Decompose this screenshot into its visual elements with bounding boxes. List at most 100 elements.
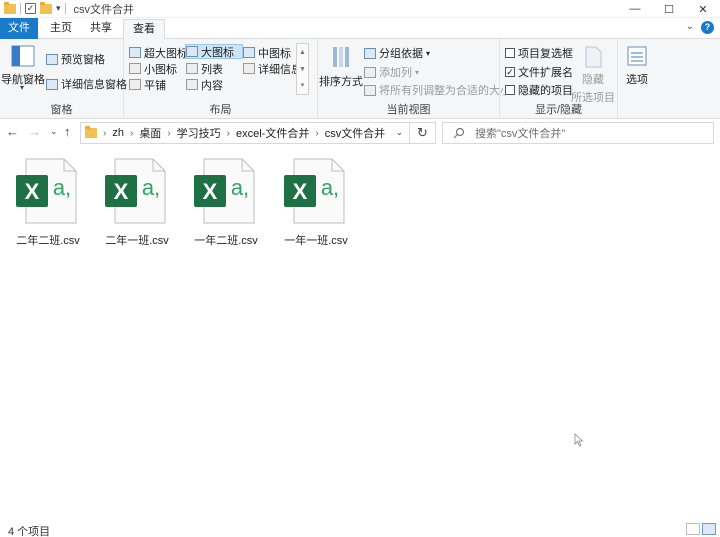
title-bar: ✓ ▾ csv文件合并 — ☐ ✕: [0, 0, 720, 18]
hidden-items-checkbox[interactable]: [505, 85, 515, 95]
preview-pane-button[interactable]: 预览窗格: [46, 51, 105, 67]
svg-text:a,: a,: [231, 175, 249, 200]
layout-gallery-scroll[interactable]: ▲ ▼ ▾: [296, 43, 309, 95]
forward-arrow-icon[interactable]: →: [28, 124, 41, 139]
window-title: csv文件合并: [73, 3, 135, 16]
scroll-up-icon[interactable]: ▲: [297, 44, 308, 61]
sort-by-button[interactable]: 排序方式: [319, 45, 363, 95]
item-count: 4 个项目: [8, 526, 51, 537]
close-button[interactable]: ✕: [686, 0, 720, 18]
search-icon: [453, 127, 465, 139]
breadcrumb-item[interactable]: zh: [112, 127, 124, 139]
layout-large-icons[interactable]: 大图标: [185, 44, 243, 59]
tab-share[interactable]: 共享: [82, 19, 120, 39]
layout-details[interactable]: 详细信息: [243, 61, 302, 76]
file-item[interactable]: X a, 二年一班.csv: [99, 155, 175, 247]
group-by-label: 分组依据: [379, 48, 423, 60]
layout-label: 内容: [201, 79, 223, 92]
minimize-button[interactable]: —: [618, 0, 652, 18]
scroll-down-icon[interactable]: ▼: [297, 61, 308, 78]
layout-extra-large-icons[interactable]: 超大图标: [129, 45, 188, 60]
layout-small-icons[interactable]: 小图标: [129, 61, 177, 76]
breadcrumb-item[interactable]: excel-文件合并: [236, 125, 309, 141]
details-pane-button[interactable]: 详细信息窗格: [46, 76, 127, 92]
options-button[interactable]: 选项: [622, 45, 652, 87]
properties-icon[interactable]: ✓: [25, 3, 36, 14]
file-item[interactable]: X a, 一年二班.csv: [188, 155, 264, 247]
tab-view[interactable]: 查看: [123, 19, 165, 40]
layout-medium-icons[interactable]: 中图标: [243, 45, 291, 60]
search-placeholder: 搜索"csv文件合并": [475, 128, 566, 140]
breadcrumb-separator-icon[interactable]: ›: [315, 128, 318, 139]
pane-group: 导航窗格 ▾ 预览窗格 详细信息窗格 窗格: [0, 39, 127, 119]
search-input[interactable]: 搜索"csv文件合并": [442, 122, 714, 144]
tab-file[interactable]: 文件: [0, 18, 38, 39]
current-view-group: 排序方式 分组依据 ▾ 添加列 ▾ 将所有列调整为合适的大小 当前视图: [318, 39, 511, 119]
breadcrumb-item[interactable]: csv文件合并: [325, 125, 386, 141]
layout-content[interactable]: 内容: [186, 77, 223, 92]
layout-tiles[interactable]: 平铺: [129, 77, 166, 92]
svg-text:X: X: [25, 179, 40, 204]
layout-label: 超大图标: [144, 47, 188, 60]
file-item[interactable]: X a, 一年一班.csv: [278, 155, 354, 247]
hidden-items-toggle[interactable]: 隐藏的项目: [505, 82, 573, 98]
large-icons-view-icon[interactable]: [702, 523, 716, 535]
svg-text:a,: a,: [142, 175, 160, 200]
item-checkboxes-checkbox[interactable]: [505, 48, 515, 58]
file-name: 一年一班.csv: [284, 235, 348, 247]
breadcrumb-separator-icon[interactable]: ›: [103, 128, 106, 139]
up-arrow-icon[interactable]: ↑: [64, 124, 71, 139]
tiles-icon: [129, 79, 141, 90]
file-list: X a, 二年二班.csv X a, 二年一班.csv X a, 一年二班.cs…: [0, 147, 720, 521]
address-bar[interactable]: › zh › 桌面 › 学习技巧 › excel-文件合并 › csv文件合并 …: [80, 122, 410, 144]
new-folder-icon[interactable]: [40, 1, 52, 14]
address-dropdown-icon[interactable]: ⌄: [395, 127, 403, 138]
tab-home[interactable]: 主页: [42, 19, 80, 39]
csv-file-icon: X a,: [284, 158, 345, 224]
item-checkboxes-toggle[interactable]: 项目复选框: [505, 45, 573, 61]
quick-access-dropdown-icon[interactable]: ▾: [56, 3, 61, 14]
breadcrumb-item[interactable]: 学习技巧: [177, 125, 221, 141]
medium-icons-icon: [243, 47, 255, 58]
list-icon: [186, 63, 198, 74]
recent-locations-icon[interactable]: ⌄: [50, 126, 58, 137]
details-pane-label: 详细信息窗格: [61, 79, 127, 91]
nav-pane-dropdown-icon[interactable]: ▾: [20, 83, 24, 92]
mouse-cursor-icon: [574, 433, 584, 447]
help-icon[interactable]: ?: [701, 21, 714, 34]
size-columns-icon: [364, 84, 376, 96]
details-view-icon[interactable]: [686, 523, 700, 535]
refresh-icon[interactable]: ↻: [410, 122, 436, 144]
size-columns-button[interactable]: 将所有列调整为合适的大小: [364, 82, 511, 98]
add-columns-icon: [364, 66, 376, 78]
divider: [64, 3, 66, 14]
preview-pane-label: 预览窗格: [61, 54, 105, 66]
breadcrumb-separator-icon[interactable]: ›: [227, 128, 230, 139]
file-name: 二年一班.csv: [105, 235, 169, 247]
svg-text:a,: a,: [53, 175, 71, 200]
status-bar: 4 个项目: [0, 521, 720, 537]
breadcrumb-item[interactable]: 桌面: [139, 125, 161, 141]
layout-list[interactable]: 列表: [186, 61, 223, 76]
sort-by-icon: [333, 47, 349, 67]
breadcrumb-separator-icon[interactable]: ›: [167, 128, 170, 139]
collapse-ribbon-icon[interactable]: ⌄: [686, 21, 694, 32]
file-item[interactable]: X a, 二年二班.csv: [10, 155, 86, 247]
back-arrow-icon[interactable]: ←: [6, 124, 19, 139]
layout-label: 平铺: [144, 79, 166, 92]
group-by-button[interactable]: 分组依据 ▾: [364, 45, 430, 61]
file-extensions-checkbox[interactable]: ✓: [505, 67, 515, 77]
navigation-pane-icon: [11, 45, 35, 67]
csv-file-icon: X a,: [16, 158, 77, 224]
content-icon: [186, 79, 198, 90]
sort-by-label: 排序方式: [319, 76, 363, 88]
add-columns-button[interactable]: 添加列 ▾: [364, 64, 419, 80]
show-hide-group: 项目复选框 ✓ 文件扩展名 隐藏的项目 隐藏 所选项目 显示/隐藏: [500, 39, 618, 119]
maximize-button[interactable]: ☐: [652, 0, 686, 18]
small-icons-icon: [129, 63, 141, 74]
item-checkboxes-label: 项目复选框: [518, 48, 573, 60]
file-extensions-toggle[interactable]: ✓ 文件扩展名: [505, 64, 573, 80]
expand-gallery-icon[interactable]: ▾: [297, 78, 308, 94]
hide-selected-button[interactable]: 隐藏 所选项目: [571, 45, 615, 105]
breadcrumb-separator-icon[interactable]: ›: [130, 128, 133, 139]
